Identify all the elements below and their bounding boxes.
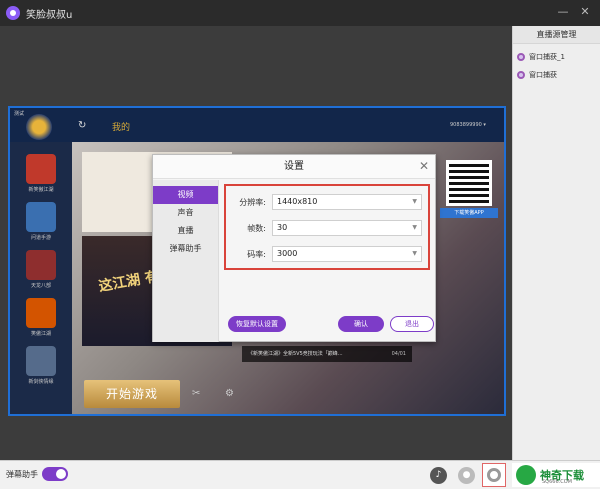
game-icon bbox=[26, 202, 56, 232]
danmu-toggle[interactable] bbox=[42, 467, 68, 481]
game-logo-icon bbox=[26, 114, 52, 140]
exit-button[interactable]: 退出 bbox=[390, 316, 434, 332]
settings-dialog: 设置 ✕ 视频 声音 直播 弹幕助手 分辨率: 1440x810 ▼ 帧数: 3… bbox=[152, 154, 436, 342]
game-sidebar-item: 新剑侠情缘 bbox=[18, 346, 64, 390]
game-sidebar-item: 天龙八部 bbox=[18, 250, 64, 294]
chevron-down-icon: ▼ bbox=[412, 224, 417, 231]
restore-default-button[interactable]: 恢复默认设置 bbox=[228, 316, 286, 332]
settings-button[interactable] bbox=[482, 463, 506, 487]
live-stage: 测试 ↻ 我的 9083899990 ▾ 新笑傲江湖 问道手游 天龙八部 笑傲江… bbox=[0, 26, 512, 460]
nav-audio[interactable]: 声音 bbox=[153, 204, 218, 222]
start-game-button: 开始游戏 bbox=[84, 380, 180, 408]
bitrate-select[interactable]: 3000 ▼ bbox=[272, 246, 422, 262]
game-settings-icon: ⚙ bbox=[225, 388, 234, 399]
fps-select[interactable]: 30 ▼ bbox=[272, 220, 422, 236]
game-sidebar-label: 笑傲江湖 bbox=[30, 331, 51, 337]
game-sidebar-label: 天龙八部 bbox=[30, 283, 51, 289]
settings-nav: 视频 声音 直播 弹幕助手 bbox=[153, 180, 219, 342]
bottom-toolbar: 弹幕助手 ♪ ● 神奇下载 SQ666.COM bbox=[0, 460, 600, 489]
fps-value: 30 bbox=[277, 223, 288, 232]
source-item-label: 窗口捕获 bbox=[529, 71, 557, 79]
bitrate-label: 码率: bbox=[247, 250, 266, 259]
nav-video[interactable]: 视频 bbox=[153, 186, 218, 204]
game-icon bbox=[26, 298, 56, 328]
settings-content: 分辨率: 1440x810 ▼ 帧数: 30 ▼ 码率: 3000 ▼ 恢复默认… bbox=[220, 180, 436, 342]
game-sidebar-item: 笑傲江湖 bbox=[18, 298, 64, 342]
gear-icon bbox=[487, 468, 501, 482]
game-my-tab: 我的 bbox=[112, 123, 131, 133]
game-news-text: 《新笑傲江湖》全新5V5竞技玩法「巅峰... bbox=[248, 351, 343, 357]
dialog-title: 设置 bbox=[153, 155, 435, 179]
title-bar: 笑脸叔叔u — ✕ bbox=[0, 0, 600, 26]
dialog-close-button[interactable]: ✕ bbox=[419, 159, 429, 173]
chevron-down-icon: ▼ bbox=[412, 250, 417, 257]
source-item[interactable]: 窗口捕获_1 bbox=[513, 48, 600, 66]
game-sidebar: 新笑傲江湖 问道手游 天龙八部 笑傲江湖 新剑侠情缘 bbox=[10, 142, 72, 414]
source-manager-panel: 直播源管理 窗口捕获_1 窗口捕获 bbox=[512, 26, 600, 460]
confirm-button[interactable]: 确认 bbox=[338, 316, 384, 332]
watermark-logo: 神奇下载 SQ666.COM bbox=[512, 463, 600, 487]
game-news-date: 04/01 bbox=[391, 351, 406, 357]
game-sidebar-item: 问道手游 bbox=[18, 202, 64, 246]
source-item[interactable]: 窗口捕获 bbox=[513, 66, 600, 84]
source-radio-icon[interactable] bbox=[517, 53, 525, 61]
game-sidebar-item: 新笑傲江湖 bbox=[18, 154, 64, 198]
game-icon bbox=[26, 250, 56, 280]
game-icon bbox=[26, 154, 56, 184]
qr-label: 下载笑傲APP bbox=[440, 208, 498, 218]
game-sidebar-label: 问道手游 bbox=[30, 235, 51, 241]
nav-live[interactable]: 直播 bbox=[153, 222, 218, 240]
tools-icon: ✂ bbox=[192, 388, 201, 399]
fps-row: 帧数: 30 ▼ bbox=[230, 220, 422, 238]
qr-code-icon bbox=[446, 160, 492, 206]
game-user-id: 9083899990 ▾ bbox=[450, 122, 486, 128]
resolution-row: 分辨率: 1440x810 ▼ bbox=[230, 194, 422, 212]
source-radio-icon[interactable] bbox=[517, 71, 525, 79]
watermark-subtext: SQ666.COM bbox=[542, 479, 572, 485]
window-title: 笑脸叔叔u bbox=[26, 9, 73, 21]
resolution-select[interactable]: 1440x810 ▼ bbox=[272, 194, 422, 210]
game-badge: 测试 bbox=[14, 111, 25, 117]
microphone-icon[interactable]: ● bbox=[458, 467, 475, 484]
bitrate-value: 3000 bbox=[277, 249, 298, 258]
speaker-icon[interactable]: ♪ bbox=[430, 467, 447, 484]
fps-label: 帧数: bbox=[247, 224, 266, 233]
minimize-button[interactable]: — bbox=[556, 5, 570, 19]
app-logo-icon bbox=[6, 6, 20, 20]
close-button[interactable]: ✕ bbox=[578, 5, 592, 19]
game-news-strip: 《新笑傲江湖》全新5V5竞技玩法「巅峰... 04/01 bbox=[242, 346, 412, 362]
game-sidebar-label: 新剑侠情缘 bbox=[28, 379, 54, 385]
game-icon bbox=[26, 346, 56, 376]
resolution-label: 分辨率: bbox=[239, 198, 266, 207]
refresh-icon: ↻ bbox=[78, 120, 87, 131]
bitrate-row: 码率: 3000 ▼ bbox=[230, 246, 422, 264]
nav-danmu-assistant[interactable]: 弹幕助手 bbox=[153, 240, 218, 258]
chevron-down-icon: ▼ bbox=[412, 198, 417, 205]
source-item-label: 窗口捕获_1 bbox=[529, 53, 565, 61]
watermark-logo-icon bbox=[516, 465, 536, 485]
game-sidebar-label: 新笑傲江湖 bbox=[28, 187, 54, 193]
game-header: 测试 ↻ 我的 9083899990 ▾ bbox=[10, 108, 504, 142]
source-manager-title: 直播源管理 bbox=[513, 26, 600, 44]
danmu-assistant-label: 弹幕助手 bbox=[6, 470, 38, 479]
resolution-value: 1440x810 bbox=[277, 197, 318, 206]
